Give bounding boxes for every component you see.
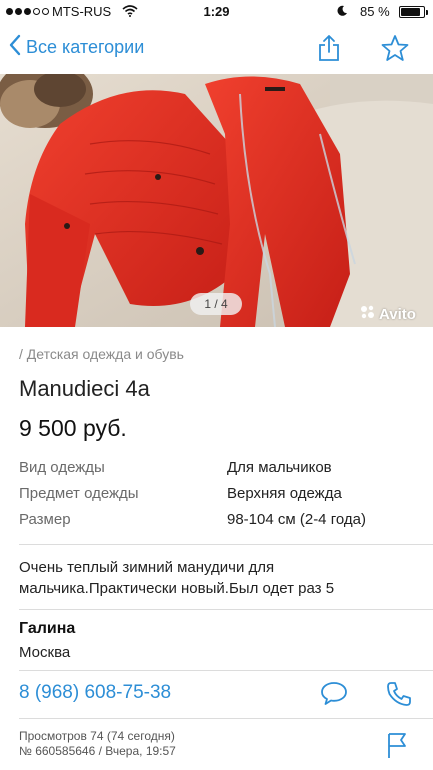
phone-icon (385, 682, 413, 712)
param-value: 98-104 см (2-4 года) (227, 511, 366, 528)
message-button[interactable] (320, 680, 348, 711)
share-button[interactable] (316, 34, 342, 67)
share-icon (316, 35, 342, 66)
chat-bubble-icon (320, 682, 348, 710)
param-label: Вид одежды (19, 459, 105, 476)
star-icon (381, 35, 409, 66)
seller-city: Москва (19, 644, 71, 661)
price: 9 500 руб. (19, 415, 127, 441)
nav-bar: Все категории (0, 24, 433, 74)
seller-name: Галина (19, 620, 76, 637)
param-label: Предмет одежды (19, 485, 139, 502)
param-value: Для мальчиков (227, 459, 332, 476)
back-button-label: Все категории (26, 37, 145, 57)
param-label: Размер (19, 511, 71, 528)
chevron-left-icon (8, 34, 22, 61)
back-button[interactable]: Все категории (8, 34, 144, 61)
ad-number-date: № 660585646 / Вчера, 19:57 (19, 744, 176, 758)
call-button[interactable] (385, 680, 413, 713)
param-value: Верхняя одежда (227, 485, 342, 502)
photo-counter: 1 / 4 (190, 293, 242, 315)
breadcrumb[interactable]: / Детская одежда и обувь (19, 346, 184, 362)
divider (19, 544, 433, 545)
description: Очень теплый зимний манудичи для мальчик… (19, 557, 419, 599)
report-button[interactable] (386, 731, 408, 764)
avito-logo-icon (360, 305, 376, 323)
phone-number-link[interactable]: 8 (968) 608-75-38 (19, 682, 171, 704)
favorite-button[interactable] (381, 34, 409, 67)
divider (19, 718, 433, 719)
views-count: Просмотров 74 (74 сегодня) (19, 729, 175, 743)
avito-watermark: Avito (360, 305, 416, 323)
description-line: Очень теплый зимний манудичи для (19, 559, 275, 576)
watermark-text: Avito (379, 305, 416, 323)
battery-percent: 85 % (360, 4, 390, 19)
jacket-photo-image (0, 74, 433, 327)
moon-icon (336, 5, 348, 20)
battery-icon (399, 6, 428, 18)
status-bar: MTS-RUS 1:29 85 % (0, 0, 433, 24)
divider (19, 670, 433, 671)
flag-icon (386, 733, 408, 763)
listing-photo[interactable] (0, 74, 433, 327)
page-title: Manudieci 4а (19, 376, 150, 401)
listing-stats: Просмотров 74 (74 сегодня) № 660585646 /… (19, 729, 176, 759)
description-line: мальчика.Практически новый.Был одет раз … (19, 580, 335, 597)
divider (19, 609, 433, 610)
